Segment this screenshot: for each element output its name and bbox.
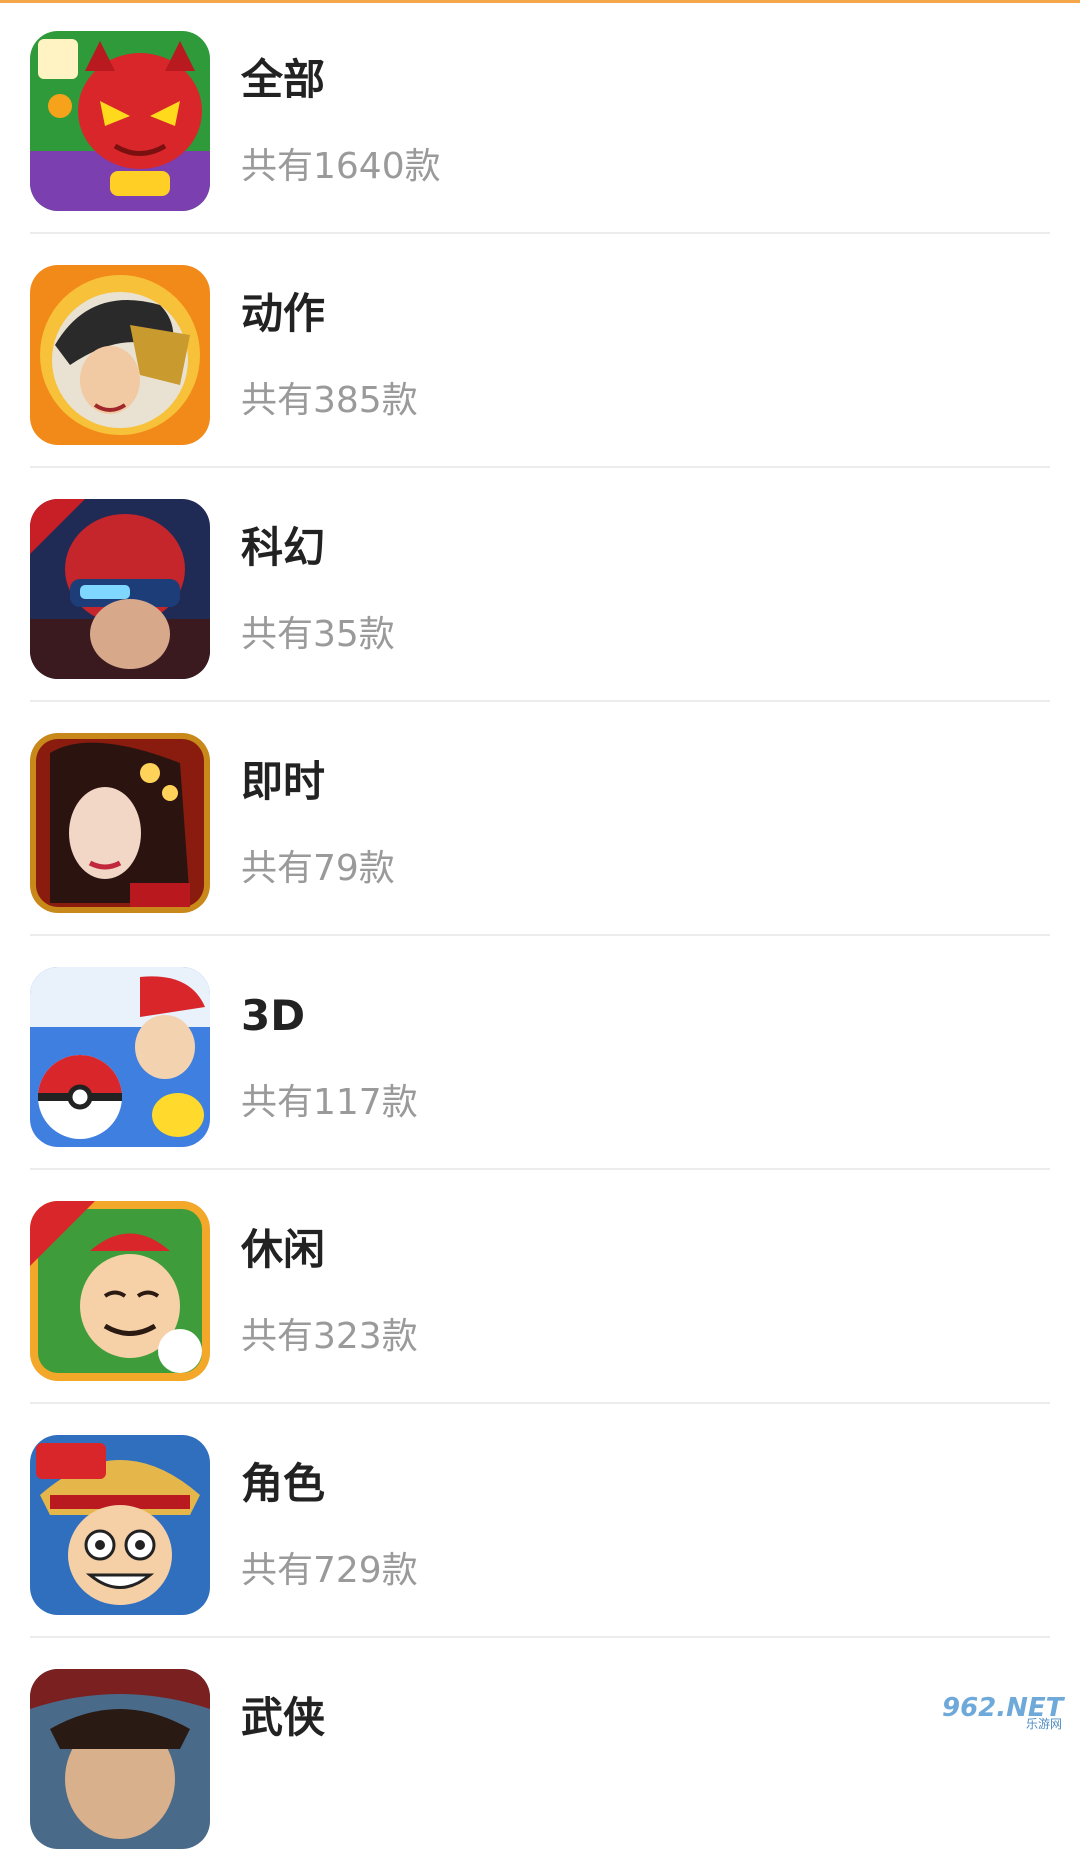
category-row-action[interactable]: 动作 共有385款 — [0, 234, 1080, 468]
watermark-sub-text: 乐游网 — [1025, 1717, 1062, 1731]
category-row-3d[interactable]: 3D 共有117款 — [0, 936, 1080, 1170]
category-title: 武侠 — [241, 1693, 326, 1742]
ancient-lady-game-icon — [30, 733, 210, 913]
space-warrior-game-icon — [30, 499, 210, 679]
category-count: 共有79款 — [241, 848, 395, 889]
category-title: 科幻 — [241, 523, 326, 572]
category-row-realtime[interactable]: 即时 共有79款 — [0, 702, 1080, 936]
category-title: 全部 — [241, 55, 326, 104]
category-count: 共有35款 — [241, 614, 395, 655]
category-row-all[interactable]: 全部 共有1640款 — [0, 0, 1080, 234]
pokeball-game-icon — [30, 967, 210, 1147]
pirate-boy-game-icon — [30, 1435, 210, 1615]
category-title: 休闲 — [241, 1225, 326, 1274]
category-title: 3D — [241, 991, 306, 1040]
site-watermark: 962.NET 乐游网 — [938, 1693, 1068, 1733]
category-count: 共有323款 — [241, 1316, 418, 1357]
cartoon-man-game-icon — [30, 1201, 210, 1381]
swordsman-game-icon — [30, 1669, 210, 1849]
red-devil-game-icon — [30, 31, 210, 211]
category-count: 共有1640款 — [241, 146, 441, 187]
category-row-casual[interactable]: 休闲 共有323款 — [0, 1170, 1080, 1404]
category-row-wuxia[interactable]: 武侠 — [0, 1638, 1080, 1872]
fire-fighter-game-icon — [30, 265, 210, 445]
category-title: 角色 — [241, 1459, 326, 1508]
category-title: 动作 — [241, 289, 326, 338]
category-row-scifi[interactable]: 科幻 共有35款 — [0, 468, 1080, 702]
category-count: 共有385款 — [241, 380, 418, 421]
category-title: 即时 — [241, 757, 326, 806]
category-count: 共有729款 — [241, 1550, 418, 1591]
category-count: 共有117款 — [241, 1082, 418, 1123]
category-row-role[interactable]: 角色 共有729款 — [0, 1404, 1080, 1638]
